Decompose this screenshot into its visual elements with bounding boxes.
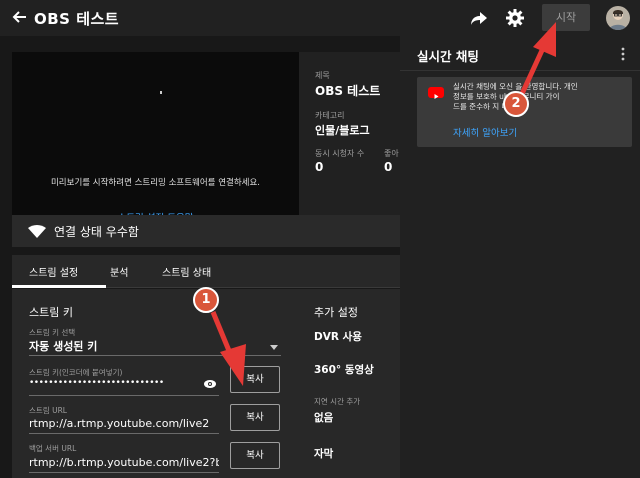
viewers-value: 0 bbox=[315, 160, 324, 174]
avatar[interactable] bbox=[606, 6, 630, 30]
tab-stream-health[interactable]: 스트림 상태 bbox=[162, 264, 211, 279]
field-underline bbox=[29, 433, 219, 434]
wifi-icon bbox=[28, 225, 46, 238]
page-title: OBS 테스트 bbox=[34, 10, 120, 28]
stream-info-panel: 제목 OBS 테스트 카테고리 인물/블로그 동시 시청자 수 0 좋아 0 bbox=[299, 52, 400, 215]
copy-backup-url-button[interactable]: 복사 bbox=[230, 442, 280, 469]
annotation-badge-2: 2 bbox=[503, 91, 529, 117]
chat-welcome-text: 실시간 채팅에 오신 을 환영합니다. 개인 정보를 보호하 ube 커뮤니티 … bbox=[453, 82, 629, 112]
connection-status: 연결 상태 우수함 bbox=[54, 225, 139, 239]
tab-analytics[interactable]: 분석 bbox=[110, 264, 128, 279]
stream-preview: 미리보기를 시작하려면 스트리밍 소프트웨어를 연결하세요. 스트림 설정 도움… bbox=[12, 52, 299, 224]
viewers-label: 동시 시청자 수 bbox=[315, 149, 365, 158]
field-underline bbox=[29, 472, 219, 473]
top-bar: OBS 테스트 시작 bbox=[0, 0, 640, 36]
notice-line: 드를 준수하 지 마세요. bbox=[453, 102, 525, 111]
eye-icon[interactable] bbox=[204, 380, 216, 388]
start-button[interactable]: 시작 bbox=[542, 4, 590, 31]
connection-status-bar: 연결 상태 우수함 bbox=[12, 215, 400, 247]
field-underline bbox=[29, 355, 281, 356]
dvr-setting[interactable]: DVR 사용 bbox=[314, 329, 362, 344]
stream-key-label: 스트림 키(인코더에 붙여넣기) bbox=[29, 368, 123, 377]
notice-line: 정보를 보호하 ube 커뮤니티 가이 bbox=[453, 92, 560, 101]
backup-url-label: 백업 서버 URL bbox=[29, 444, 77, 453]
stream-url-input[interactable]: rtmp://a.rtmp.youtube.com/live2 bbox=[29, 417, 219, 430]
back-arrow-icon[interactable] bbox=[10, 7, 30, 27]
category-value: 인물/블로그 bbox=[315, 124, 370, 137]
settings-tabs: 스트림 설정 분석 스트림 상태 bbox=[12, 255, 400, 288]
title-label: 제목 bbox=[315, 71, 330, 80]
cursor-mark bbox=[160, 91, 162, 94]
tab-stream-settings[interactable]: 스트림 설정 bbox=[29, 264, 78, 279]
backup-url-input[interactable]: rtmp://b.rtmp.youtube.com/live2?backu bbox=[29, 456, 219, 469]
gear-icon[interactable] bbox=[505, 8, 525, 28]
annotation-badge-1: 1 bbox=[193, 287, 219, 313]
field-underline bbox=[29, 395, 219, 396]
more-menu-icon[interactable] bbox=[621, 47, 625, 61]
chat-title: 실시간 채팅 bbox=[417, 49, 479, 64]
video360-setting[interactable]: 360° 동영상 bbox=[314, 362, 374, 377]
copy-stream-url-button[interactable]: 복사 bbox=[230, 404, 280, 431]
active-tab-indicator bbox=[12, 285, 106, 288]
copy-stream-key-button[interactable]: 복사 bbox=[230, 366, 280, 393]
captions-setting[interactable]: 자막 bbox=[314, 446, 333, 461]
learn-more-link[interactable]: 자세히 알아보기 bbox=[453, 125, 517, 139]
extra-settings-title: 추가 설정 bbox=[314, 306, 358, 319]
stream-key-section-title: 스트림 키 bbox=[29, 306, 73, 319]
preview-message: 미리보기를 시작하려면 스트리밍 소프트웨어를 연결하세요. bbox=[50, 178, 260, 188]
latency-label: 지연 시간 추가 bbox=[314, 397, 361, 406]
stream-key-input[interactable]: •••••••••••••••••••••••••••• bbox=[29, 378, 164, 388]
stream-key-select-label: 스트림 키 선택 bbox=[29, 328, 76, 337]
divider bbox=[400, 70, 640, 71]
likes-value: 0 bbox=[384, 160, 393, 174]
latency-value[interactable]: 없음 bbox=[314, 410, 333, 425]
likes-label: 좋아 bbox=[384, 149, 399, 158]
youtube-icon bbox=[428, 87, 444, 99]
title-value: OBS 테스트 bbox=[315, 84, 381, 98]
notice-line: 실시간 채팅에 오신 을 환영합니다. 개인 bbox=[453, 82, 578, 91]
share-icon[interactable] bbox=[470, 9, 488, 27]
stream-settings-panel: 스트림 키 스트림 키 선택 자동 생성된 키 스트림 키(인코더에 붙여넣기)… bbox=[12, 289, 400, 478]
stream-url-label: 스트림 URL bbox=[29, 406, 67, 415]
category-label: 카테고리 bbox=[315, 111, 345, 120]
stream-key-select[interactable]: 자동 생성된 키 bbox=[29, 338, 97, 354]
dropdown-caret-icon[interactable] bbox=[270, 345, 278, 350]
